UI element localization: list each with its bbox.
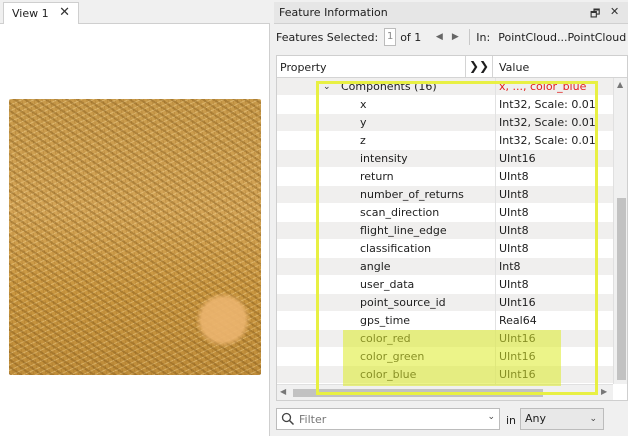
- view-tabbar: View 1 ✕: [0, 0, 270, 24]
- filter-scope-select[interactable]: Any ⌄: [520, 408, 604, 430]
- previous-feature-icon[interactable]: ◀: [431, 32, 447, 42]
- close-icon[interactable]: ✕: [610, 5, 619, 18]
- in-label: In:: [476, 30, 491, 44]
- vertical-scrollbar[interactable]: ▲: [613, 78, 627, 384]
- app-window: View 1 ✕ Feature Information 🗗 ✕ Feature…: [0, 0, 628, 436]
- point-cloud-viewport[interactable]: [0, 24, 270, 436]
- chevron-down-icon[interactable]: ⌄: [487, 412, 495, 422]
- property-column-header[interactable]: Property: [280, 61, 327, 74]
- value-column-header[interactable]: Value: [499, 61, 529, 74]
- vertical-scroll-thumb[interactable]: [617, 198, 626, 380]
- filter-input[interactable]: Filter ⌄: [276, 408, 500, 430]
- tab-view-1[interactable]: View 1 ✕: [3, 2, 79, 24]
- panel-title-bar: Feature Information 🗗 ✕: [274, 2, 628, 24]
- scroll-left-icon[interactable]: ◀: [280, 387, 286, 396]
- selection-row: Features Selected: 1 of 1 ◀ ▶ In: PointC…: [274, 26, 628, 48]
- of-count-label: of 1: [400, 30, 422, 44]
- grid-header: Property ❯❯ Value: [277, 56, 627, 78]
- tab-label: View 1: [12, 7, 49, 20]
- separator: [469, 29, 471, 45]
- panel-title: Feature Information: [279, 6, 388, 19]
- next-feature-icon[interactable]: ▶: [447, 32, 463, 42]
- filter-placeholder: Filter: [299, 412, 327, 426]
- close-icon[interactable]: ✕: [59, 5, 70, 20]
- filter-row: Filter ⌄ in Any ⌄: [274, 406, 628, 432]
- property-grid: Property ❯❯ Value ⌄ Components (16) x, .…: [276, 55, 628, 401]
- filter-in-label: in: [506, 414, 517, 427]
- filter-scope-value: Any: [525, 412, 547, 425]
- selected-index-field[interactable]: 1: [384, 28, 397, 46]
- chevron-down-icon: ⌄: [589, 414, 597, 424]
- components-highlight-box: [316, 81, 598, 395]
- scroll-up-icon[interactable]: ▲: [617, 80, 623, 89]
- point-cloud-render: [9, 99, 261, 375]
- float-window-icon[interactable]: 🗗: [590, 5, 600, 24]
- search-icon: [281, 412, 295, 426]
- source-name: PointCloud...PointCloud: [498, 30, 627, 44]
- scroll-right-icon[interactable]: ▶: [601, 387, 607, 396]
- expand-all-icon[interactable]: ❯❯: [465, 56, 493, 77]
- feature-information-panel: Feature Information 🗗 ✕ Features Selecte…: [274, 2, 628, 436]
- features-selected-label: Features Selected:: [276, 30, 379, 44]
